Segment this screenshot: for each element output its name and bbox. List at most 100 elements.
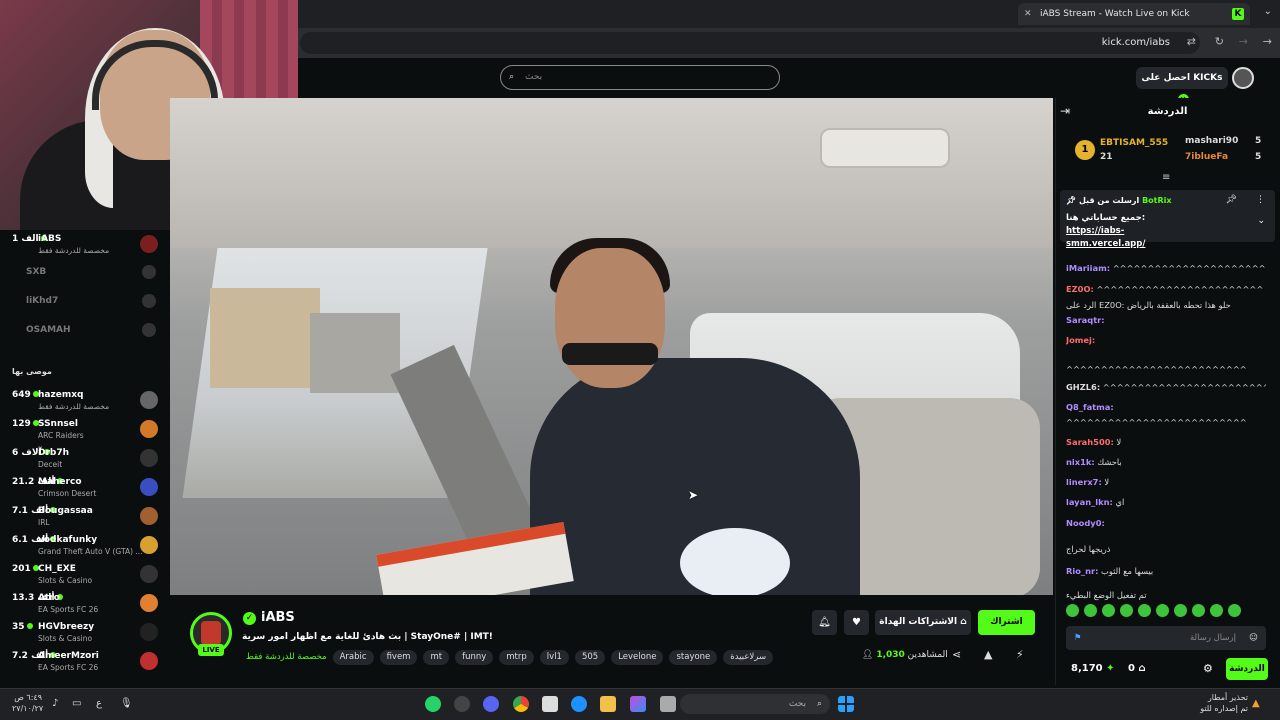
kicks-send-icon[interactable]: ⚑ (1074, 626, 1082, 650)
clock[interactable]: ٦:٤٩ ص ٢٧/١٠/٢٧ (12, 692, 43, 714)
sidebar-channel-offline[interactable]: SXB (0, 258, 170, 286)
chat-settings-icon[interactable]: ⚙ (1203, 662, 1213, 675)
chat-username[interactable]: Sarah500: (1066, 437, 1114, 447)
notification-bell-button[interactable]: 🔔︎ (812, 610, 837, 635)
emote-icon[interactable] (1066, 604, 1079, 617)
microphone-icon[interactable]: 🎙︎ (120, 698, 133, 709)
share-icon[interactable]: ⋖ (952, 648, 961, 661)
reload-icon[interactable]: ↻ (1215, 35, 1224, 48)
chat-username[interactable]: Noody0: (1066, 518, 1105, 528)
chat-username[interactable]: iMariiam: (1066, 263, 1110, 273)
more-options-icon[interactable]: ⋮ (1256, 195, 1265, 205)
emote-icon[interactable] (1084, 604, 1097, 617)
stream-category[interactable]: مخصصة للدردشة فقط (246, 652, 327, 662)
sidebar-channel-recommended[interactable]: 201 CH_EXE Slots & Casino (0, 560, 170, 588)
tag[interactable]: funny (455, 649, 494, 665)
file-explorer-icon[interactable] (600, 696, 616, 712)
video-player[interactable] (170, 98, 1053, 595)
site-settings-icon[interactable]: ⇄ (1187, 35, 1196, 48)
chat-username[interactable]: Rio_nr: (1066, 566, 1098, 576)
emote-icon[interactable] (1210, 604, 1223, 617)
sidebar-channel-recommended[interactable]: 6 آلاف Drb7h Deceit (0, 444, 170, 472)
pin-icon[interactable]: 📌︎ (1226, 195, 1237, 205)
omnibox[interactable] (300, 32, 1200, 54)
gifter-name[interactable]: EBTISAM_555 (1100, 138, 1168, 148)
chat-username[interactable]: nix1k: (1066, 457, 1095, 467)
gift-subs-button[interactable]: الاشتراكات الهداة ⌂ (875, 610, 971, 635)
chat-username[interactable]: GHZL6: (1066, 382, 1100, 392)
sidebar-channel-recommended[interactable]: 13.3 ألف Atro EA Sports FC 26 (0, 589, 170, 617)
sidebar-channel-offline[interactable]: OSAMAH (0, 316, 170, 344)
clip-icon[interactable]: ⚡ (1016, 648, 1024, 661)
sidebar-channel-recommended[interactable]: 7.1 ألف Bougassaa IRL (0, 502, 170, 530)
language-icon[interactable]: ع (96, 698, 102, 709)
search-input[interactable]: ⌕ بحث (500, 65, 780, 90)
kicks-balance[interactable]: 8,170 ✦ (1071, 663, 1115, 674)
report-icon[interactable]: ▲ (984, 648, 992, 661)
url-text[interactable]: kick.com/iabs (1102, 37, 1170, 48)
emote-icon[interactable] (1228, 604, 1241, 617)
back-icon[interactable]: → (1263, 35, 1272, 48)
profile-avatar[interactable] (1232, 67, 1254, 89)
gifter-name[interactable]: mashari90 (1185, 136, 1238, 146)
browser-tab[interactable]: ✕ iABS Stream - Watch Live on Kick K (1018, 3, 1250, 25)
discord-icon[interactable] (483, 696, 499, 712)
sidebar-channel-recommended[interactable]: 21.2 ألف Maherco Crimson Desert (0, 473, 170, 501)
sidebar-channel-iabs[interactable]: 1 الف iABS مخصصة للدردشة فقط (0, 230, 170, 258)
start-icon[interactable] (838, 696, 854, 712)
chat-username[interactable]: layan_lkn: (1066, 497, 1113, 507)
chat-username[interactable]: Saraqtr: (1066, 315, 1105, 325)
points-balance[interactable]: 0 ⌂ (1128, 663, 1146, 674)
tag[interactable]: mt (423, 649, 450, 665)
chat-username[interactable]: linerx7: (1066, 477, 1102, 487)
forward-icon[interactable]: → (1239, 35, 1248, 48)
emote-icon[interactable] (1174, 604, 1187, 617)
emote-icon[interactable] (1156, 604, 1169, 617)
tag[interactable]: lvl1 (539, 649, 569, 665)
chat-username[interactable]: Jomej: (1066, 335, 1095, 345)
tag[interactable]: stayone (669, 649, 718, 665)
get-kicks-button[interactable]: احصل على KICKs ✕ (1136, 67, 1228, 105)
sidebar-channel-recommended[interactable]: 7.2 ألف AmeerMzori EA Sports FC 26 (0, 647, 170, 675)
tag[interactable]: سرلاعبيدة (723, 649, 774, 665)
emote-icon[interactable] (1192, 604, 1205, 617)
chat-username[interactable]: Q8_fatma: (1066, 402, 1114, 412)
taskbar-search[interactable]: ⌕ بحث (680, 694, 830, 714)
window-icon[interactable] (660, 696, 676, 712)
filter-icon[interactable]: ≡ (1162, 172, 1170, 183)
emote-icon[interactable] (1138, 604, 1151, 617)
tab-list-chevron-icon[interactable]: ⌄ (1264, 6, 1272, 17)
whatsapp-icon[interactable] (425, 696, 441, 712)
edge-icon[interactable] (571, 696, 587, 712)
follow-button[interactable]: اشتراك (978, 610, 1035, 635)
expand-chevron-icon[interactable]: ⌄ (1257, 216, 1265, 226)
photos-icon[interactable] (630, 696, 646, 712)
sidebar-channel-recommended[interactable]: 649 hazemxq مخصصة للدردشة فقط (0, 386, 170, 414)
emote-icon[interactable] (1120, 604, 1133, 617)
sidebar-channel-recommended[interactable]: 35 HGVbreezy Slots & Casino (0, 618, 170, 646)
emote-icon[interactable] (1102, 604, 1115, 617)
tag[interactable]: 505 (574, 649, 606, 665)
sidebar-channel-offline[interactable]: liKhd7 (0, 287, 170, 315)
tag[interactable]: fivem (379, 649, 418, 665)
send-chat-button[interactable]: الدردشة (1226, 658, 1268, 680)
tag[interactable]: Arabic (332, 649, 374, 665)
close-tab-icon[interactable]: ✕ (1024, 3, 1032, 25)
weather-widget[interactable]: تحذير أمطار تم إصداره للتو (1200, 692, 1248, 714)
channel-name[interactable]: iABS (261, 610, 295, 625)
volume-icon[interactable]: ♪ (52, 698, 58, 709)
obs-icon[interactable] (454, 696, 470, 712)
store-icon[interactable] (542, 696, 558, 712)
sidebar-channel-recommended[interactable]: 129 SSnnsel ARC Raiders (0, 415, 170, 443)
gifter-name[interactable]: 7ibluеFa (1185, 152, 1228, 162)
chat-input[interactable]: ⚑ إرسال رسالة ☺ (1066, 626, 1266, 650)
chrome-icon[interactable] (513, 696, 529, 712)
tag[interactable]: Levelone (611, 649, 664, 665)
heart-button[interactable]: ♥ (844, 610, 869, 635)
network-icon[interactable]: ▭ (72, 698, 81, 709)
sidebar-channel-recommended[interactable]: 6.1 ألف vodkafunky Grand Theft Auto V (GTA… (0, 531, 170, 559)
chat-username[interactable]: EZ0O: (1066, 284, 1094, 294)
tag[interactable]: mtrp (499, 649, 534, 665)
emoji-icon[interactable]: ☺ (1249, 626, 1258, 650)
pinned-link[interactable]: https://iabs-smm.vercel.app/ (1066, 226, 1145, 249)
